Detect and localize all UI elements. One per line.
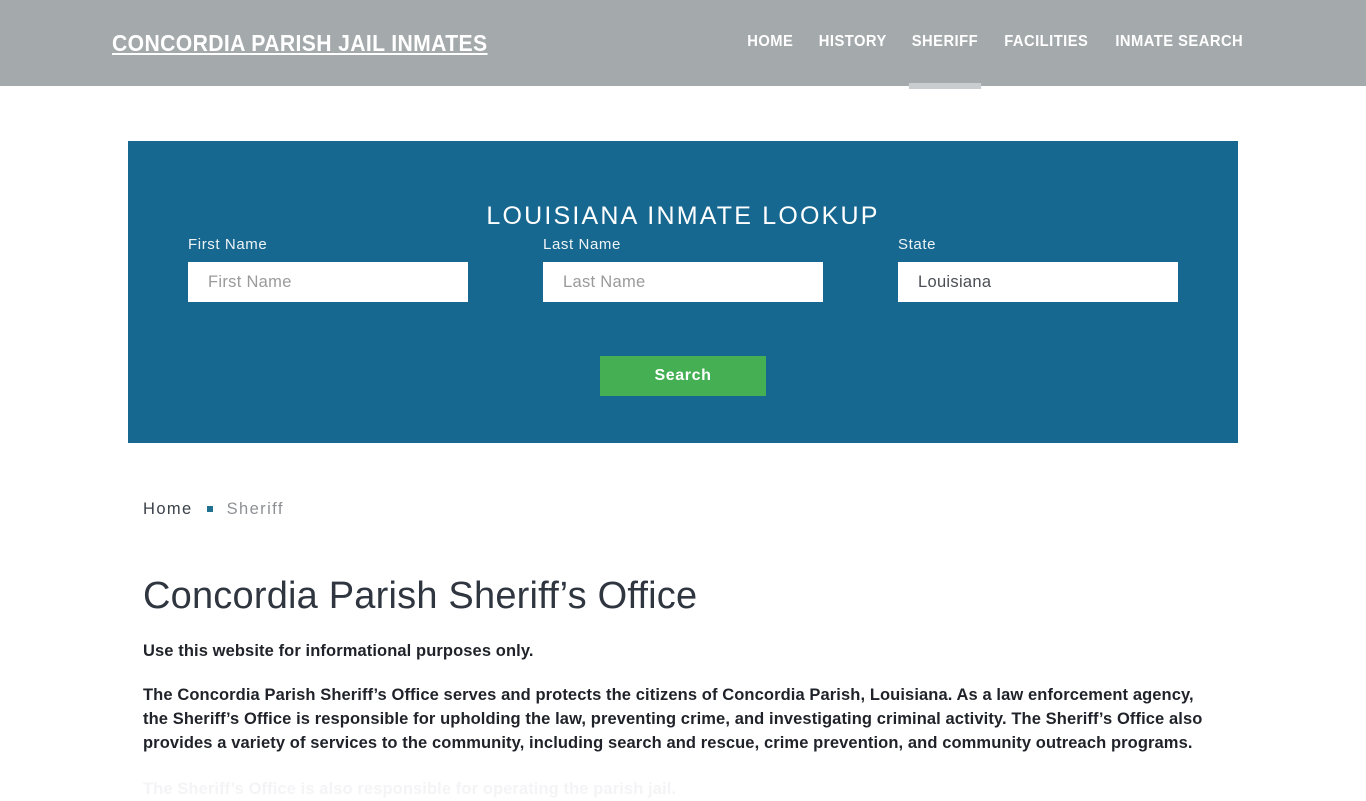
breadcrumb: Home Sheriff [143,498,1233,520]
state-label: State [898,236,937,253]
search-button[interactable]: Search [600,356,766,396]
last-name-input[interactable] [543,262,823,302]
nav-item-sheriff[interactable]: Sheriff [901,33,988,89]
site-header: Concordia Parish Jail Inmates Home Histo… [0,0,1366,89]
main-navigation: Home History Sheriff Facilities Inmate S… [735,33,1258,89]
nav-item-home[interactable]: Home [737,33,804,51]
first-name-field-group: First Name [188,236,468,302]
next-paragraph-clipped: The Sheriff’s Office is also responsible… [143,779,677,798]
first-name-label: First Name [188,236,268,253]
first-name-input[interactable] [188,262,468,302]
breadcrumb-home-link[interactable]: Home [143,500,193,519]
site-brand-logo[interactable]: Concordia Parish Jail Inmates [112,30,488,57]
main-content: Home Sheriff Concordia Parish Sheriff’s … [143,498,1233,801]
breadcrumb-separator-dot-icon [206,506,213,512]
inmate-lookup-panel: Louisiana Inmate Lookup First Name Last … [128,141,1238,443]
intro-paragraph: The Concordia Parish Sheriff’s Office se… [143,685,1203,752]
state-field-group: State Louisiana [898,236,1178,302]
last-name-field-group: Last Name [543,236,823,302]
lookup-panel-title: Louisiana Inmate Lookup [486,201,880,230]
breadcrumb-current-page: Sheriff [226,499,284,518]
nav-item-history[interactable]: History [808,33,897,51]
page-title: Concordia Parish Sheriff’s Office [143,575,698,617]
disclaimer-text: Use this website for informational purpo… [143,641,534,660]
nav-item-inmate-search[interactable]: Inmate Search [1105,33,1254,51]
nav-item-facilities[interactable]: Facilities [994,33,1099,51]
last-name-label: Last Name [543,236,621,253]
state-select[interactable]: Louisiana [898,262,1178,302]
